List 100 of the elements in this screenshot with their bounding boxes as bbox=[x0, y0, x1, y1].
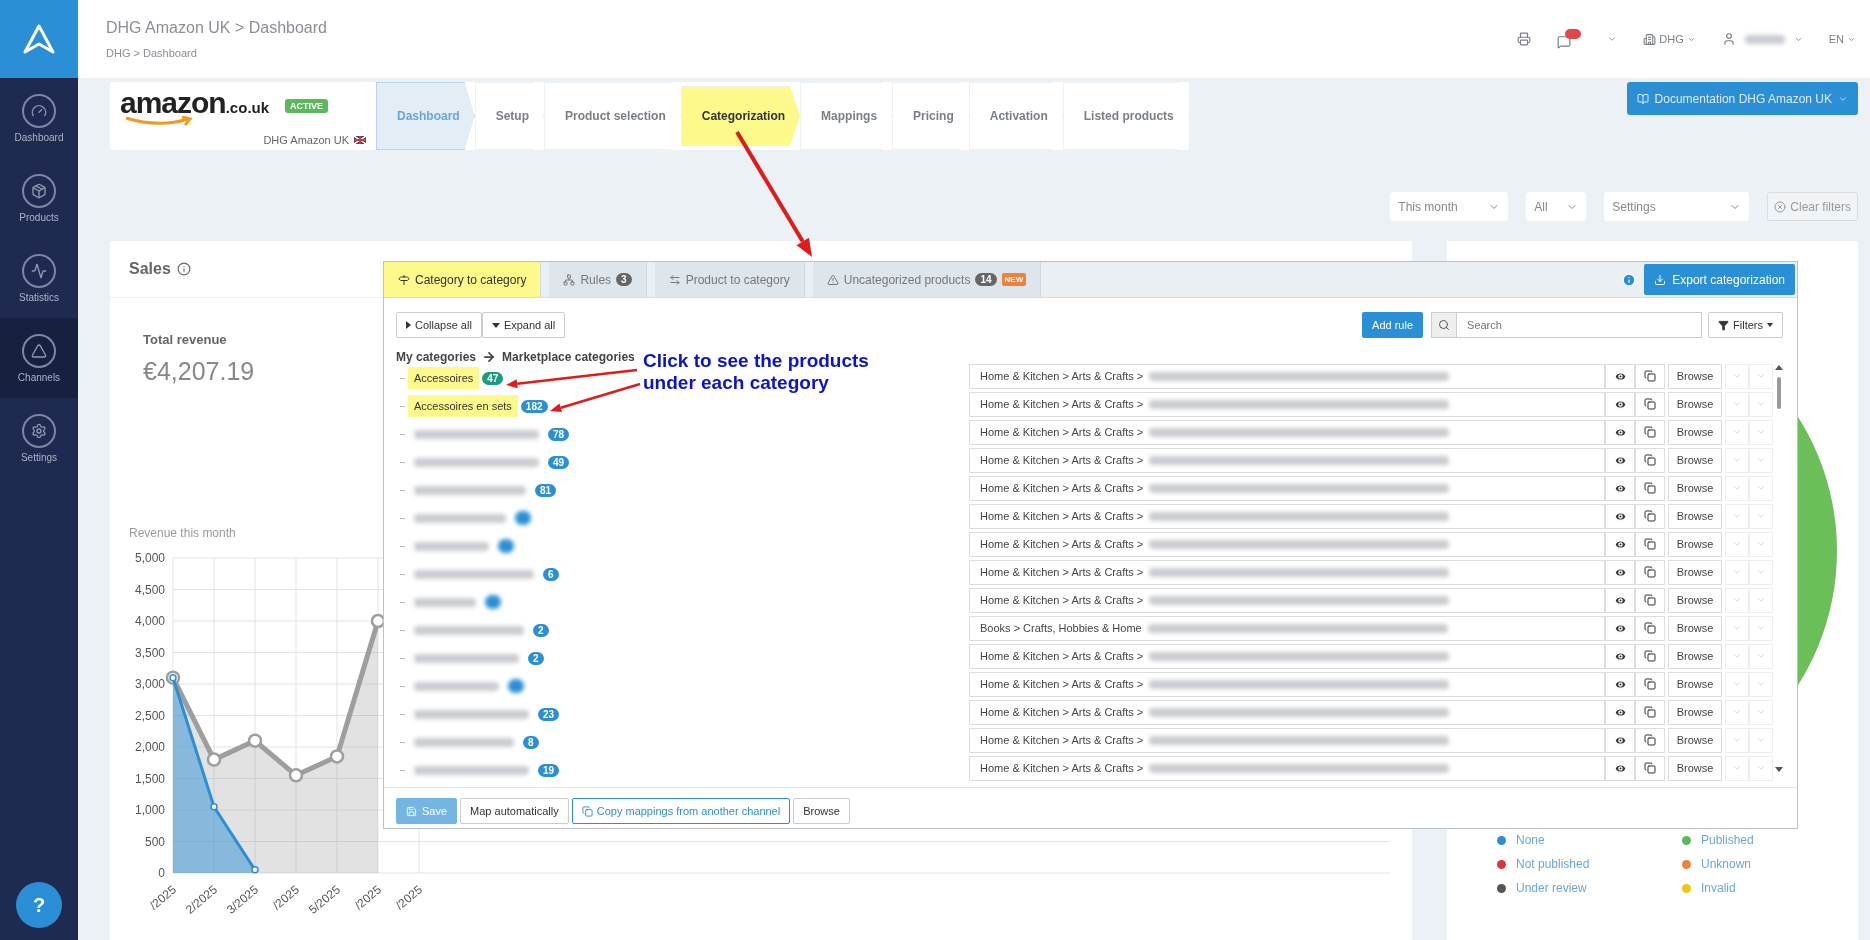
sidebar-item[interactable]: Products bbox=[0, 158, 78, 238]
category-path-field[interactable]: Books > Crafts, Hobbies & Home bbox=[969, 615, 1605, 641]
category-item[interactable]: Accessoires en sets bbox=[408, 395, 518, 417]
copy-button[interactable] bbox=[1635, 559, 1665, 585]
step-tab[interactable]: Mappings bbox=[800, 82, 893, 150]
category-path-field[interactable]: Home & Kitchen > Arts & Crafts > bbox=[969, 559, 1605, 585]
step-tab[interactable]: Product selection bbox=[544, 82, 681, 150]
copy-button[interactable] bbox=[1635, 503, 1665, 529]
view-button[interactable] bbox=[1605, 755, 1635, 781]
browse-button[interactable]: Browse bbox=[1668, 699, 1722, 725]
browse-button[interactable]: Browse bbox=[1668, 643, 1722, 669]
view-button[interactable] bbox=[1605, 643, 1635, 669]
browse-button[interactable]: Browse bbox=[1668, 559, 1722, 585]
view-button[interactable] bbox=[1605, 503, 1635, 529]
chevron-down-icon bbox=[1732, 427, 1742, 437]
printer-icon[interactable] bbox=[1517, 32, 1532, 46]
view-button[interactable] bbox=[1605, 587, 1635, 613]
copy-button[interactable] bbox=[1635, 531, 1665, 557]
language-menu[interactable]: EN bbox=[1828, 33, 1856, 45]
copy-button[interactable] bbox=[1635, 475, 1665, 501]
view-button[interactable] bbox=[1605, 615, 1635, 641]
copy-button[interactable] bbox=[1635, 363, 1665, 389]
tab[interactable]: Product to category bbox=[654, 262, 805, 297]
category-path-field[interactable]: Home & Kitchen > Arts & Crafts > bbox=[969, 587, 1605, 613]
tab[interactable]: Category to category bbox=[384, 262, 542, 297]
copy-button[interactable] bbox=[1635, 643, 1665, 669]
search-field[interactable]: Search bbox=[1457, 312, 1703, 338]
caret-icon[interactable] bbox=[1607, 34, 1618, 44]
copy-button[interactable] bbox=[1635, 615, 1665, 641]
view-button[interactable] bbox=[1605, 391, 1635, 417]
category-path-field[interactable]: Home & Kitchen > Arts & Crafts > bbox=[969, 531, 1605, 557]
view-button[interactable] bbox=[1605, 699, 1635, 725]
sidebar-item[interactable]: Statistics bbox=[0, 238, 78, 318]
category-path-field[interactable]: Home & Kitchen > Arts & Crafts > bbox=[969, 363, 1605, 389]
expand-all-button[interactable]: Expand all bbox=[481, 312, 566, 338]
step-tab[interactable]: Setup bbox=[474, 82, 545, 150]
category-path-field[interactable]: Home & Kitchen > Arts & Crafts > bbox=[969, 503, 1605, 529]
filters-button[interactable]: Filters bbox=[1708, 312, 1783, 338]
help-button[interactable]: ? bbox=[16, 882, 62, 928]
category-path-field[interactable]: Home & Kitchen > Arts & Crafts > bbox=[969, 475, 1605, 501]
category-path-field[interactable]: Home & Kitchen > Arts & Crafts > bbox=[969, 391, 1605, 417]
copy-mappings-button[interactable]: Copy mappings from another channel bbox=[571, 798, 791, 824]
category-path-field[interactable]: Home & Kitchen > Arts & Crafts > bbox=[969, 419, 1605, 445]
browse-button[interactable]: Browse bbox=[1668, 587, 1722, 613]
category-item[interactable]: Accessoires bbox=[408, 367, 480, 389]
user-menu[interactable] bbox=[1721, 32, 1803, 46]
view-button[interactable] bbox=[1605, 419, 1635, 445]
copy-button[interactable] bbox=[1635, 727, 1665, 753]
browse-button[interactable]: Browse bbox=[1668, 727, 1722, 753]
copy-button[interactable] bbox=[1635, 671, 1665, 697]
sidebar-item[interactable]: Settings bbox=[0, 398, 78, 478]
view-button[interactable] bbox=[1605, 559, 1635, 585]
view-button[interactable] bbox=[1605, 531, 1635, 557]
status-badge: ACTIVE bbox=[285, 99, 329, 113]
add-rule-button[interactable]: Add rule bbox=[1362, 312, 1424, 338]
category-path-field[interactable]: Home & Kitchen > Arts & Crafts > bbox=[969, 727, 1605, 753]
step-tab[interactable]: Activation bbox=[968, 82, 1063, 150]
browse-button[interactable]: Browse bbox=[1668, 503, 1722, 529]
category-path-field[interactable]: Home & Kitchen > Arts & Crafts > bbox=[969, 671, 1605, 697]
tab-icon bbox=[398, 273, 410, 286]
collapse-all-button[interactable]: Collapse all bbox=[396, 312, 482, 338]
copy-button[interactable] bbox=[1635, 699, 1665, 725]
copy-button[interactable] bbox=[1635, 587, 1665, 613]
view-button[interactable] bbox=[1605, 475, 1635, 501]
step-tab[interactable]: Listed products bbox=[1062, 82, 1189, 150]
browse-button[interactable]: Browse bbox=[1668, 531, 1722, 557]
map-automatically-button[interactable]: Map automatically bbox=[460, 798, 569, 824]
view-button[interactable] bbox=[1605, 727, 1635, 753]
copy-button[interactable] bbox=[1635, 419, 1665, 445]
category-path-field[interactable]: Home & Kitchen > Arts & Crafts > bbox=[969, 643, 1605, 669]
category-path-field[interactable]: Home & Kitchen > Arts & Crafts > bbox=[969, 755, 1605, 781]
category-path-field[interactable]: Home & Kitchen > Arts & Crafts > bbox=[969, 447, 1605, 473]
copy-button[interactable] bbox=[1635, 755, 1665, 781]
copy-button[interactable] bbox=[1635, 447, 1665, 473]
view-button[interactable] bbox=[1605, 447, 1635, 473]
browse-button[interactable]: Browse bbox=[1668, 447, 1722, 473]
scope-select[interactable]: All bbox=[1526, 192, 1587, 221]
browse-button[interactable]: Browse bbox=[1668, 755, 1722, 781]
tab[interactable]: Rules 3 bbox=[549, 262, 647, 297]
settings-select[interactable]: Settings bbox=[1604, 192, 1750, 221]
sidebar-item[interactable]: Dashboard bbox=[0, 78, 78, 158]
browse-button[interactable]: Browse bbox=[1668, 475, 1722, 501]
view-button[interactable] bbox=[1605, 363, 1635, 389]
browse-button[interactable]: Browse bbox=[793, 798, 850, 824]
browse-button[interactable]: Browse bbox=[1668, 391, 1722, 417]
copy-button[interactable] bbox=[1635, 391, 1665, 417]
category-path-field[interactable]: Home & Kitchen > Arts & Crafts > bbox=[969, 699, 1605, 725]
browse-button[interactable]: Browse bbox=[1668, 671, 1722, 697]
browse-button[interactable]: Browse bbox=[1668, 419, 1722, 445]
period-select[interactable]: This month bbox=[1390, 192, 1509, 221]
step-tab[interactable]: Categorization bbox=[680, 86, 801, 146]
browse-button[interactable]: Browse bbox=[1668, 363, 1722, 389]
export-button[interactable]: Export categorization bbox=[1644, 264, 1795, 295]
view-button[interactable] bbox=[1605, 671, 1635, 697]
browse-button[interactable]: Browse bbox=[1668, 615, 1722, 641]
chat-icon[interactable] bbox=[1557, 29, 1582, 49]
sidebar-item[interactable]: Channels bbox=[0, 318, 78, 398]
step-tab[interactable]: Pricing bbox=[892, 82, 969, 150]
account-menu[interactable]: DHG bbox=[1643, 32, 1696, 46]
tab[interactable]: Uncategorized products 14 NEW bbox=[812, 262, 1042, 297]
